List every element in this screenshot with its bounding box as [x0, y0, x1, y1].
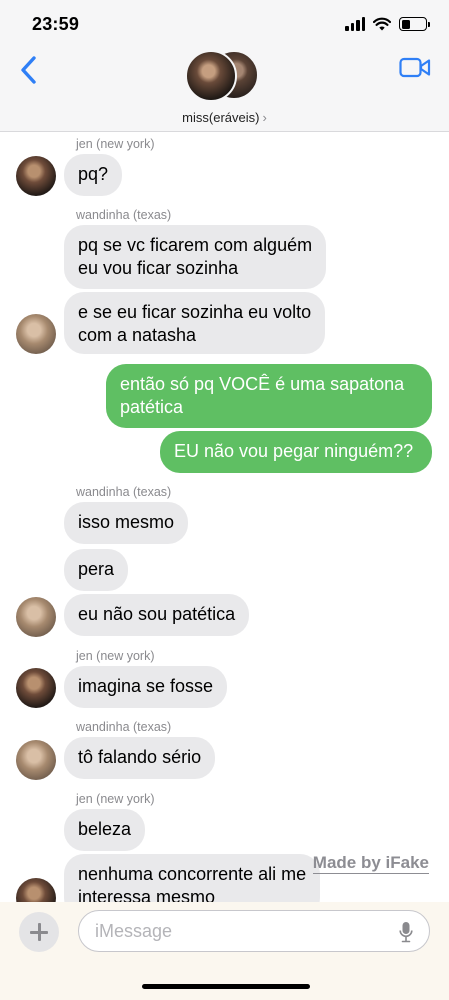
avatar[interactable]	[16, 314, 56, 354]
avatar[interactable]	[16, 740, 56, 780]
chevron-right-icon: ›	[262, 110, 267, 125]
plus-icon[interactable]	[19, 912, 59, 952]
message-text: imagina se fosse	[78, 676, 214, 696]
sender-label: wandinha (texas)	[76, 485, 172, 499]
avatar[interactable]	[16, 597, 56, 637]
battery-icon	[399, 17, 430, 31]
watermark: Made by iFake	[312, 853, 429, 874]
message-text-line: e se eu ficar sozinha eu volto	[78, 302, 312, 322]
message-bubble[interactable]: pq?	[57, 154, 123, 196]
message-bubble[interactable]: eu não sou patética	[57, 594, 250, 636]
message-text-line: nenhuma concorrente ali me	[78, 864, 307, 884]
message-text: tô falando sério	[78, 747, 202, 767]
message-bubble[interactable]: e se eu ficar sozinha eu volto com a nat…	[57, 292, 326, 354]
sender-label: wandinha (texas)	[76, 720, 172, 734]
message-input-placeholder: iMessage	[95, 921, 173, 941]
sender-label: jen (new york)	[76, 649, 155, 663]
battery-level	[401, 19, 410, 29]
message-text: pq?	[78, 164, 109, 184]
cellular-signal-icon	[345, 17, 365, 31]
message-bubble[interactable]: isso mesmo	[64, 502, 189, 544]
message-text-line: com a natasha	[78, 325, 197, 345]
message-bubble[interactable]: imagina se fosse	[57, 666, 228, 708]
message-bubble[interactable]: beleza	[64, 809, 146, 851]
message-bubble-sent[interactable]: EU não vou pegar ninguém??	[160, 431, 438, 473]
avatar[interactable]	[16, 156, 56, 196]
message-bubble[interactable]: pera	[64, 549, 129, 591]
member-avatar	[185, 50, 237, 102]
message-text: pera	[78, 559, 115, 579]
message-text-line: pq se vc ficarem com alguém	[78, 235, 313, 255]
sender-label: jen (new york)	[76, 137, 155, 151]
message-text-line: patética	[120, 397, 184, 417]
wifi-icon	[373, 17, 391, 31]
message-text: isso mesmo	[78, 512, 175, 532]
status-time: 23:59	[32, 14, 80, 34]
message-bubble[interactable]: tô falando sério	[57, 737, 216, 779]
message-text-line: eu vou ficar sozinha	[78, 258, 239, 278]
contact-name-button[interactable]: miss(eráveis) ›	[0, 110, 449, 125]
message-text: eu não sou patética	[78, 604, 236, 624]
message-bubble-sent[interactable]: então só pq VOCÊ é uma sapatona patética	[106, 364, 432, 428]
back-button[interactable]	[14, 52, 44, 88]
message-text: EU não vou pegar ninguém??	[174, 441, 414, 461]
message-bubble[interactable]: pq se vc ficarem com alguém eu vou ficar…	[64, 225, 327, 289]
home-indicator	[142, 984, 310, 989]
video-camera-icon[interactable]	[399, 56, 431, 80]
message-text-line: então só pq VOCÊ é uma sapatona	[120, 374, 405, 394]
message-text: beleza	[78, 819, 132, 839]
sender-label: jen (new york)	[76, 792, 155, 806]
status-icons	[345, 14, 430, 34]
sender-label: wandinha (texas)	[76, 208, 172, 222]
message-input[interactable]: iMessage	[78, 910, 430, 952]
contact-name: miss(eráveis)	[182, 110, 260, 125]
group-avatar[interactable]	[185, 50, 265, 104]
microphone-icon[interactable]	[399, 921, 413, 943]
avatar[interactable]	[16, 668, 56, 708]
conversation-header: 23:59 miss(eráveis) ›	[0, 0, 449, 132]
